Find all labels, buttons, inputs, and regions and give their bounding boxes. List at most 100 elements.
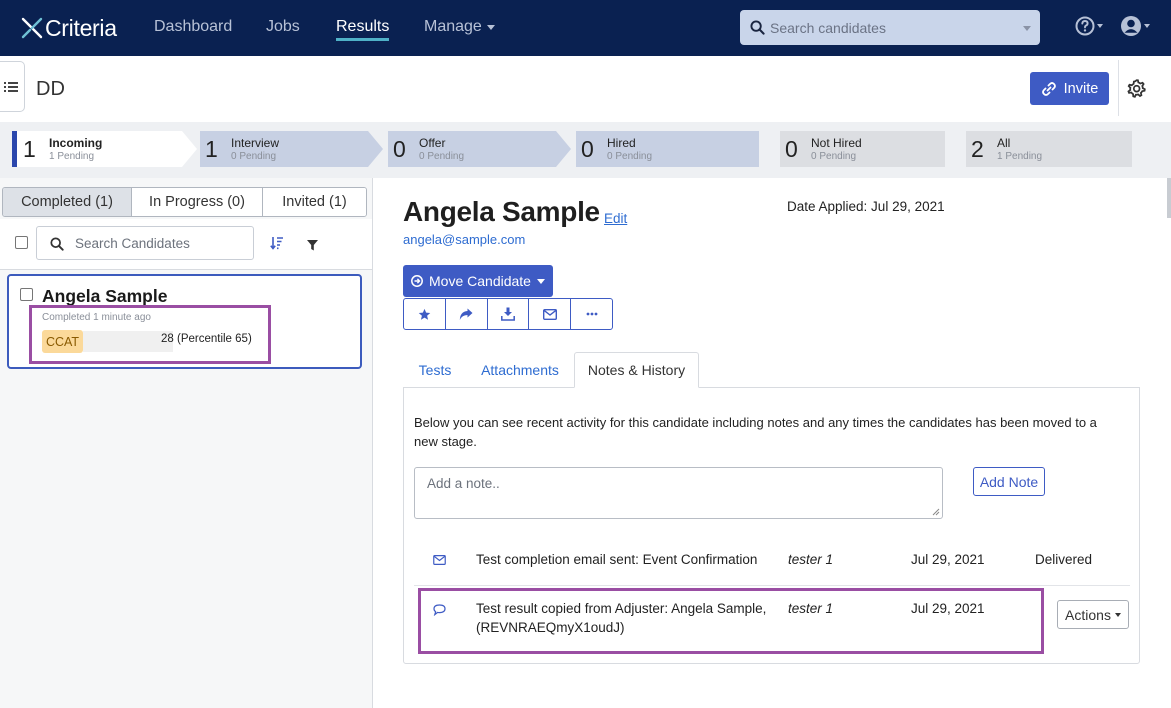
page-header	[0, 56, 1171, 122]
stage-pending: 0 Pending	[607, 151, 653, 162]
arrow-circle-icon	[411, 275, 423, 287]
nav-dashboard[interactable]: Dashboard	[154, 18, 232, 36]
stage-count: 0	[785, 135, 798, 162]
date-applied: Date Applied: Jul 29, 2021	[787, 199, 945, 214]
note-input-box[interactable]	[414, 467, 943, 519]
logo-mark-icon	[21, 17, 43, 39]
tab-tests[interactable]: Tests	[405, 352, 465, 388]
candidate-list-panel: Completed (1) In Progress (0) Invited (1…	[0, 178, 373, 708]
actions-dropdown-button[interactable]: Actions	[1057, 600, 1129, 629]
envelope-icon	[542, 308, 557, 320]
help-icon	[1075, 16, 1095, 36]
share-arrow-icon	[459, 308, 473, 320]
nav-manage-label: Manage	[424, 18, 482, 35]
stage-offer[interactable]: 0 Offer 0 Pending	[388, 131, 571, 167]
candidate-checkbox[interactable]	[20, 288, 33, 301]
add-note-button[interactable]: Add Note	[973, 467, 1045, 496]
pipeline-stages: 1 Incoming 1 Pending 1 Interview 0 Pendi…	[0, 122, 1171, 178]
search-icon	[750, 20, 765, 35]
candidate-detail-name: Angela Sample	[403, 196, 600, 227]
tab-in-progress[interactable]: In Progress (0)	[132, 188, 263, 216]
candidate-list-search[interactable]	[36, 226, 254, 260]
move-candidate-label: Move Candidate	[429, 273, 531, 289]
tab-completed[interactable]: Completed (1)	[3, 188, 132, 216]
sort-icon[interactable]	[270, 236, 284, 250]
stage-box-shape	[576, 131, 759, 167]
candidate-email-link[interactable]: angela@sample.com	[403, 232, 525, 247]
stage-name: All	[997, 136, 1011, 150]
star-icon	[418, 308, 431, 320]
chevron-down-icon	[1114, 612, 1121, 617]
link-icon	[1041, 81, 1056, 96]
edit-link[interactable]: Edit	[604, 211, 627, 226]
resize-grip-icon[interactable]	[932, 508, 940, 516]
stage-pending: 0 Pending	[811, 151, 857, 162]
gear-icon[interactable]	[1126, 78, 1147, 99]
candidate-filter-bar	[0, 219, 372, 270]
top-navbar: Criteria Dashboard Jobs Results Manage	[0, 0, 1171, 56]
more-options-button[interactable]	[571, 299, 612, 329]
move-candidate-button[interactable]: Move Candidate	[403, 265, 553, 297]
actions-label: Actions	[1065, 606, 1111, 623]
stage-all[interactable]: 2 All 1 Pending	[966, 131, 1132, 167]
nav-manage[interactable]: Manage	[424, 18, 495, 36]
invite-button[interactable]: Invite	[1030, 72, 1109, 105]
candidate-name: Angela Sample	[42, 286, 168, 306]
list-icon	[3, 81, 18, 92]
ellipsis-icon	[586, 312, 597, 316]
user-menu[interactable]	[1120, 15, 1150, 37]
stage-count: 2	[971, 135, 984, 162]
stage-pending: 1 Pending	[997, 151, 1043, 162]
filter-icon[interactable]	[307, 240, 318, 251]
download-icon	[501, 307, 515, 321]
row-divider	[414, 585, 1130, 586]
envelope-icon	[433, 555, 446, 565]
stage-name: Interview	[231, 136, 280, 150]
candidate-search-input[interactable]	[770, 10, 1010, 45]
nav-results[interactable]: Results	[336, 18, 390, 41]
chevron-down-icon	[486, 24, 495, 30]
notes-description: Below you can see recent activity for th…	[414, 415, 1097, 449]
download-button[interactable]	[488, 299, 530, 329]
stage-pending: 0 Pending	[231, 151, 277, 162]
history-status: Delivered	[1035, 552, 1093, 567]
stage-chevron-shape	[200, 131, 383, 167]
candidate-status-tabs: Completed (1) In Progress (0) Invited (1…	[2, 187, 367, 217]
history-date: Jul 29, 2021	[911, 552, 985, 567]
candidate-list-search-input[interactable]	[75, 227, 245, 259]
tab-notes-history[interactable]: Notes & History	[574, 352, 699, 388]
tab-attachments[interactable]: Attachments	[470, 352, 570, 388]
criteria-logo[interactable]: Criteria	[20, 12, 117, 44]
highlight-box	[418, 588, 1044, 654]
favorite-button[interactable]	[404, 299, 446, 329]
email-button[interactable]	[529, 299, 572, 329]
history-author: tester 1	[788, 552, 834, 567]
stage-hired[interactable]: 0 Hired 0 Pending	[576, 131, 759, 167]
chevron-down-icon[interactable]	[1023, 26, 1031, 31]
nav-jobs[interactable]: Jobs	[266, 18, 300, 36]
candidate-search[interactable]	[740, 10, 1040, 45]
stage-not-hired[interactable]: 0 Not Hired 0 Pending	[780, 131, 945, 167]
highlight-box	[29, 305, 271, 364]
scrollbar-thumb[interactable]	[1167, 178, 1171, 218]
stage-interview[interactable]: 1 Interview 0 Pending	[200, 131, 383, 167]
select-all-checkbox[interactable]	[15, 236, 28, 249]
stage-name: Hired	[607, 136, 636, 150]
stage-name: Offer	[419, 136, 446, 150]
stage-incoming[interactable]: 1 Incoming 1 Pending	[12, 131, 197, 167]
tab-invited[interactable]: Invited (1)	[263, 188, 366, 216]
stage-count: 1	[205, 135, 218, 162]
share-button[interactable]	[446, 299, 488, 329]
chevron-down-icon	[536, 278, 545, 284]
search-icon	[50, 237, 64, 251]
stage-name: Incoming	[49, 136, 103, 150]
stage-pending: 0 Pending	[419, 151, 465, 162]
stage-count: 1	[23, 135, 36, 162]
note-textarea[interactable]	[415, 468, 942, 518]
help-menu[interactable]	[1075, 16, 1103, 36]
stage-count: 0	[393, 135, 406, 162]
sidebar-toggle-button[interactable]	[0, 61, 25, 112]
candidate-action-toolbar	[403, 298, 613, 330]
stage-name: Not Hired	[811, 136, 862, 150]
stage-chevron-shape	[388, 131, 571, 167]
